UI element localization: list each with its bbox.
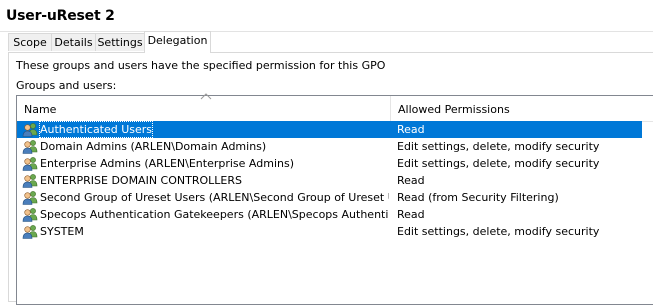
tab-strip: Scope Details Settings Delegation (8, 31, 648, 53)
tab-delegation[interactable]: Delegation (144, 31, 211, 53)
row-permission: Edit settings, delete, modify security (397, 225, 600, 238)
list-row[interactable]: Specops Authentication Gatekeepers (ARLE… (17, 206, 642, 223)
groups-users-list[interactable]: Name Allowed Permissions Authenticated U… (16, 93, 653, 305)
list-row[interactable]: Authenticated Users Read (17, 121, 642, 138)
list-row[interactable]: Enterprise Admins (ARLEN\Enterprise Admi… (17, 155, 642, 172)
users-group-icon (22, 123, 38, 137)
row-permission: Read (397, 123, 425, 136)
tab-scope[interactable]: Scope (8, 33, 52, 51)
row-name: Second Group of Ureset Users (ARLEN\Seco… (40, 191, 389, 204)
row-permission: Read (397, 208, 425, 221)
row-permission: Edit settings, delete, modify security (397, 140, 600, 153)
column-header-name[interactable]: Name (17, 96, 390, 121)
row-name: SYSTEM (40, 225, 84, 238)
users-group-icon (22, 191, 38, 205)
row-name: ENTERPRISE DOMAIN CONTROLLERS (40, 174, 242, 187)
users-group-icon (22, 208, 38, 222)
list-row[interactable]: Second Group of Ureset Users (ARLEN\Seco… (17, 189, 642, 206)
list-row[interactable]: Domain Admins (ARLEN\Domain Admins) Edit… (17, 138, 642, 155)
list-rows: Authenticated Users Read Domain Admins (… (17, 121, 653, 240)
row-name: Domain Admins (ARLEN\Domain Admins) (40, 140, 267, 153)
row-permission: Read (397, 174, 425, 187)
title-bar: User-uReset 2 (0, 0, 653, 32)
row-permission: Read (from Security Filtering) (397, 191, 559, 204)
row-name: Authenticated Users (39, 121, 154, 138)
description-text: These groups and users have the specifie… (16, 59, 386, 72)
tab-settings[interactable]: Settings (95, 33, 145, 51)
column-header-permissions[interactable]: Allowed Permissions (391, 96, 653, 121)
tab-details[interactable]: Details (51, 33, 96, 51)
users-group-icon (22, 157, 38, 171)
list-row[interactable]: SYSTEM Edit settings, delete, modify sec… (17, 223, 642, 240)
users-group-icon (22, 225, 38, 239)
row-permission: Edit settings, delete, modify security (397, 157, 600, 170)
users-group-icon (22, 174, 38, 188)
users-group-icon (22, 140, 38, 154)
list-row[interactable]: ENTERPRISE DOMAIN CONTROLLERS Read (17, 172, 642, 189)
row-name: Enterprise Admins (ARLEN\Enterprise Admi… (40, 157, 294, 170)
groups-label: Groups and users: (16, 79, 117, 92)
window-title: User-uReset 2 (6, 8, 115, 24)
list-header: Name Allowed Permissions (17, 93, 653, 122)
row-name: Specops Authentication Gatekeepers (ARLE… (40, 208, 389, 221)
